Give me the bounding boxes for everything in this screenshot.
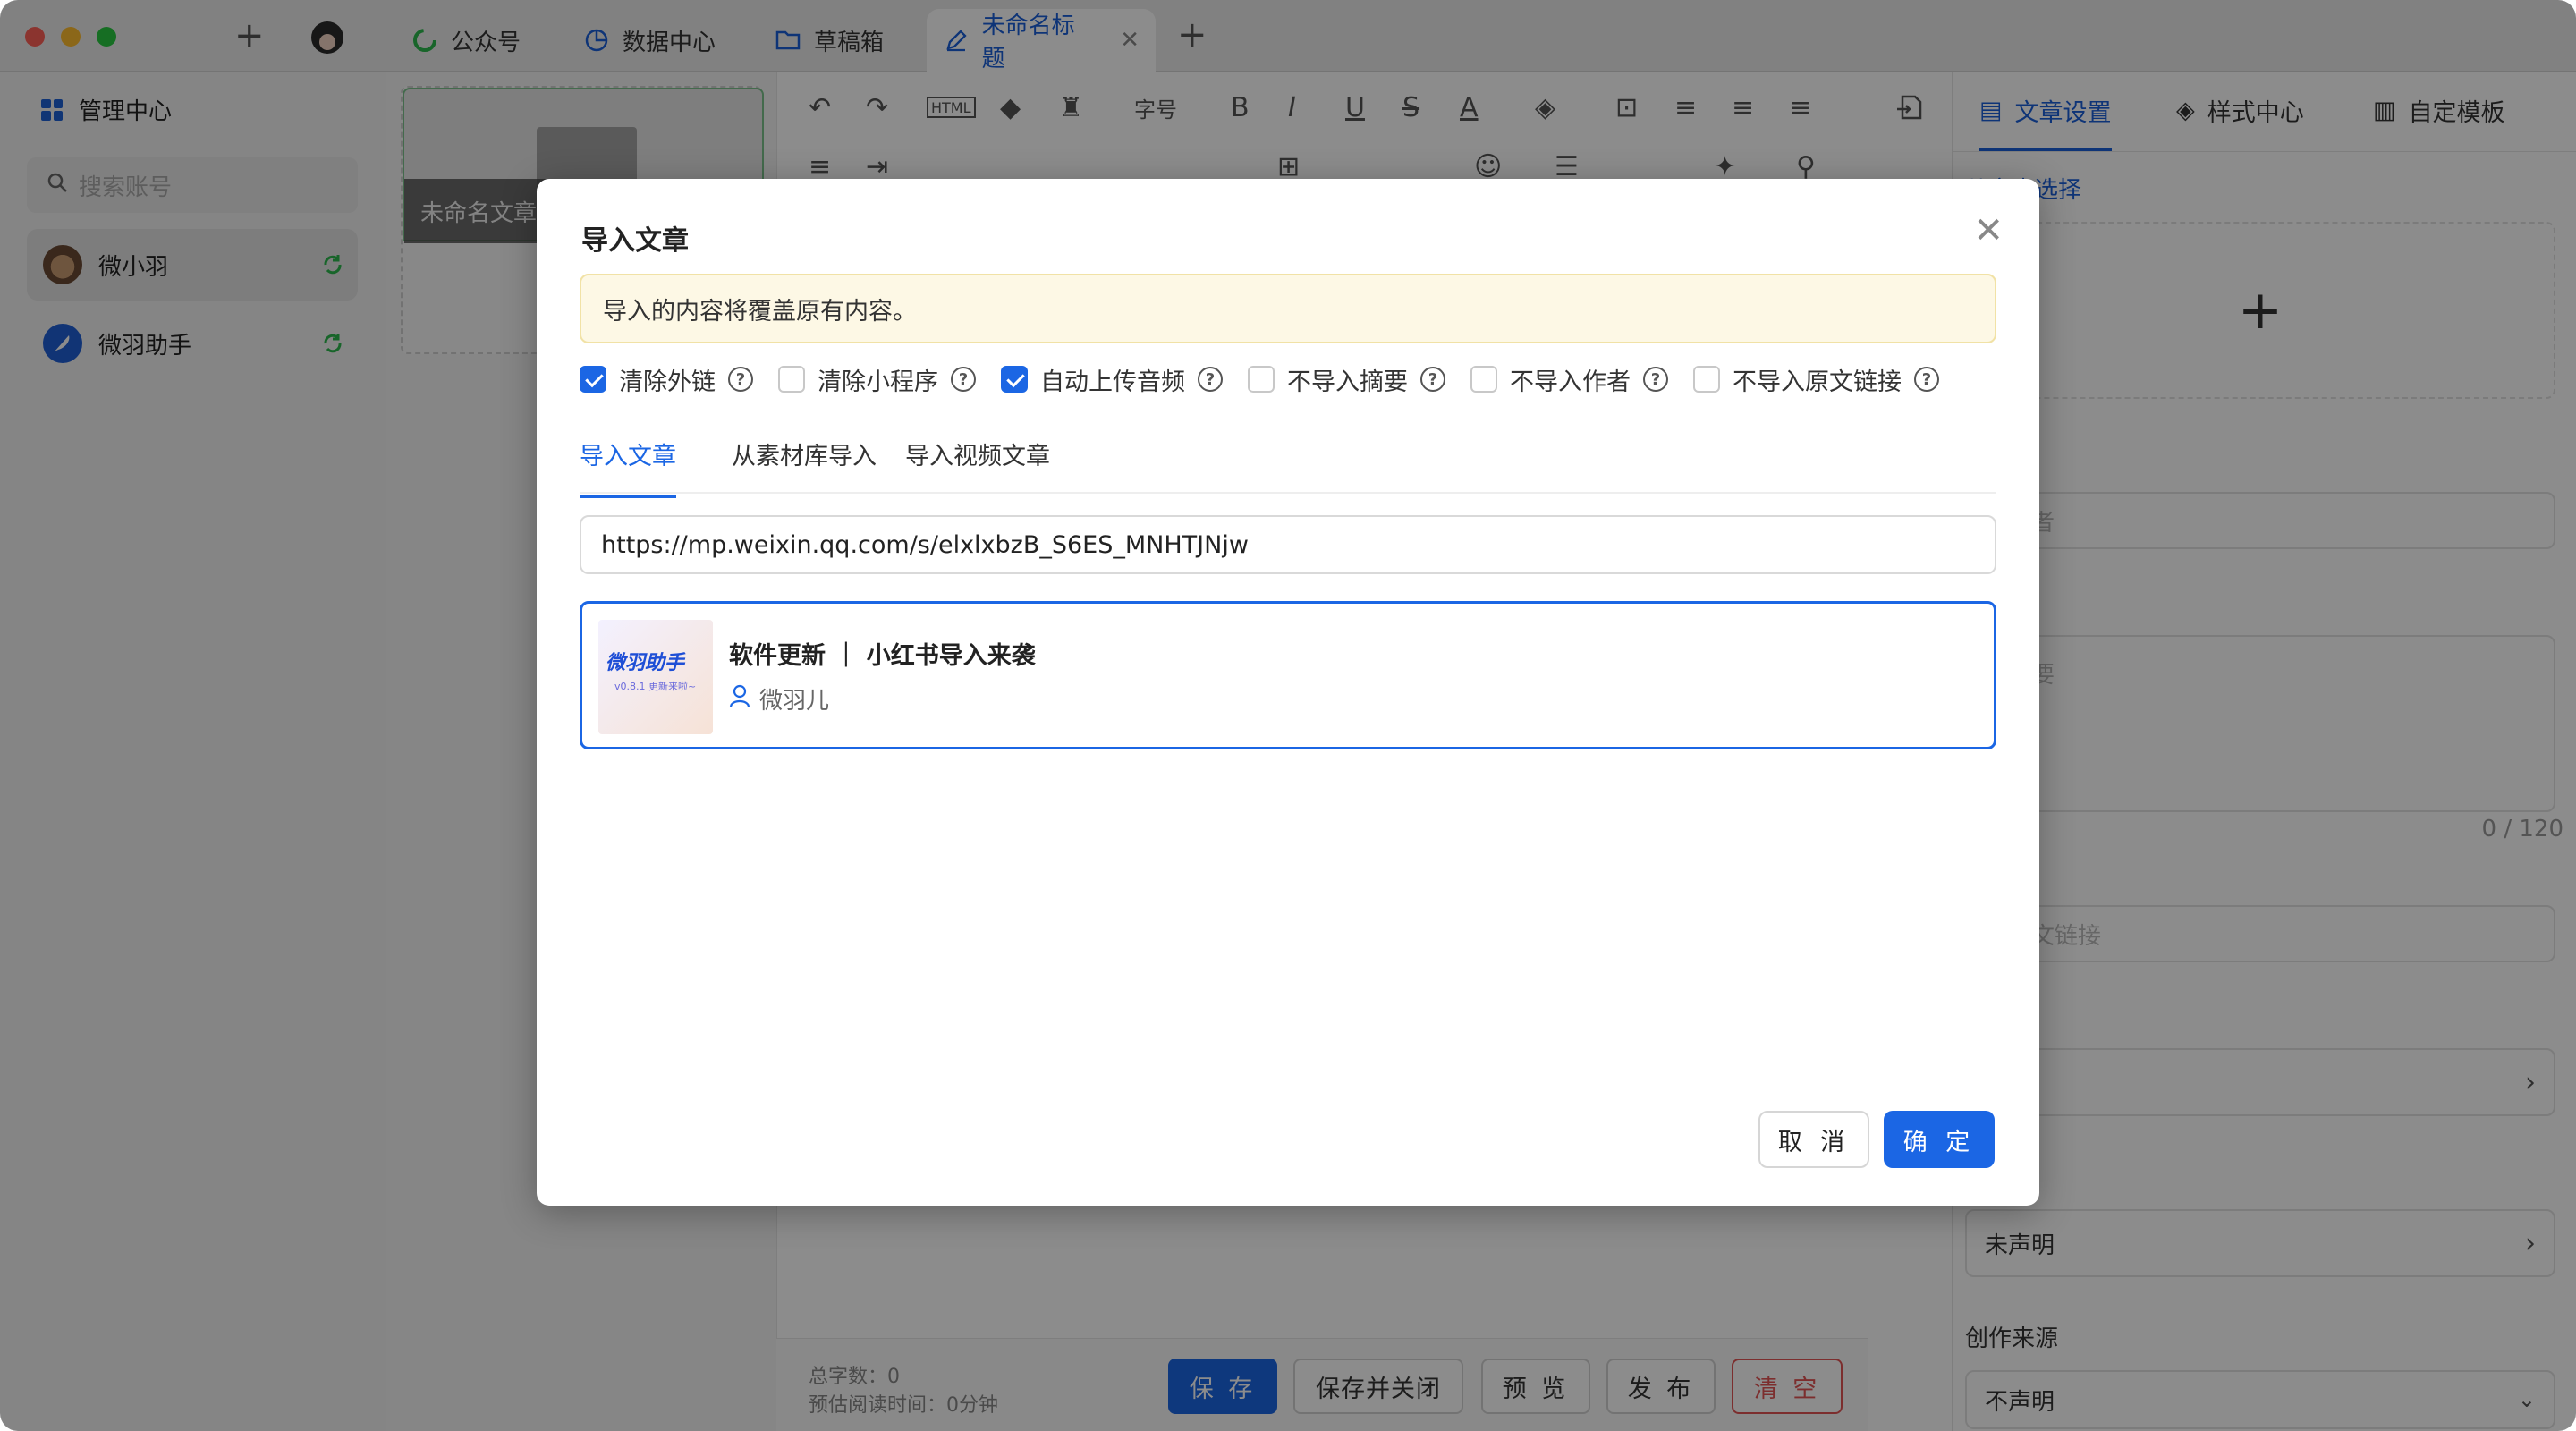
thumbnail-title: 微羽助手 — [606, 652, 685, 674]
dialog-title: 导入文章 — [581, 225, 689, 257]
checkbox[interactable] — [1693, 366, 1720, 393]
cancel-button[interactable]: 取 消 — [1758, 1111, 1869, 1168]
import-article-dialog: 导入文章 ✕ 导入的内容将覆盖原有内容。 清除外链 ? 清除小程序 ? 自动上传… — [537, 179, 2039, 1206]
checkbox[interactable] — [580, 366, 606, 393]
tab-import-article[interactable]: 导入文章 — [580, 436, 676, 498]
checkbox[interactable] — [1001, 366, 1028, 393]
author-name: 微羽儿 — [759, 688, 830, 715]
close-icon[interactable]: ✕ — [1973, 213, 2004, 249]
help-icon[interactable]: ? — [1643, 367, 1668, 392]
import-tabs: 导入文章 从素材库导入 导入视频文章 — [580, 411, 1996, 498]
thumbnail-subtitle: v0.8.1 更新来啦~ — [614, 681, 697, 692]
import-options: 清除外链 ? 清除小程序 ? 自动上传音频 ? 不导入摘要 ? 不导入作者 ? … — [580, 361, 1964, 397]
checkbox[interactable] — [778, 366, 805, 393]
option-auto-upload-audio[interactable]: 自动上传音频 ? — [1001, 362, 1223, 397]
option-clear-mini-programs[interactable]: 清除小程序 ? — [778, 362, 976, 397]
option-clear-external-links[interactable]: 清除外链 ? — [580, 362, 753, 397]
help-icon[interactable]: ? — [728, 367, 753, 392]
tab-import-from-library[interactable]: 从素材库导入 — [732, 436, 877, 471]
option-skip-summary[interactable]: 不导入摘要 ? — [1248, 362, 1445, 397]
option-label: 清除外链 — [619, 368, 716, 396]
option-skip-original-link[interactable]: 不导入原文链接 ? — [1693, 362, 1939, 397]
tab-import-video-article[interactable]: 导入视频文章 — [905, 436, 1050, 471]
option-skip-author[interactable]: 不导入作者 ? — [1470, 362, 1668, 397]
article-preview-card[interactable]: 微羽助手 v0.8.1 更新来啦~ 软件更新 ｜ 小红书导入来袭 微羽儿 — [580, 601, 1996, 749]
option-label: 不导入摘要 — [1287, 368, 1408, 396]
checkbox[interactable] — [1470, 366, 1497, 393]
option-label: 清除小程序 — [818, 368, 938, 396]
article-author: 微羽儿 — [729, 682, 829, 716]
confirm-button[interactable]: 确 定 — [1884, 1111, 1995, 1168]
user-icon — [729, 684, 750, 714]
option-label: 不导入作者 — [1510, 368, 1631, 396]
app-window: + 公众号 数据中心 草稿箱 未命名标题 ✕ + 管理中心 搜索账号 微小羽 微… — [0, 0, 2576, 1431]
article-title: 软件更新 ｜ 小红书导入来袭 — [729, 642, 1036, 670]
help-icon[interactable]: ? — [951, 367, 976, 392]
option-label: 不导入原文链接 — [1733, 368, 1902, 396]
warning-alert: 导入的内容将覆盖原有内容。 — [580, 274, 1996, 343]
option-label: 自动上传音频 — [1040, 368, 1185, 396]
url-input[interactable]: https://mp.weixin.qq.com/s/elxlxbzB_S6ES… — [580, 515, 1996, 574]
checkbox[interactable] — [1248, 366, 1275, 393]
article-thumbnail: 微羽助手 v0.8.1 更新来啦~ — [598, 620, 713, 734]
help-icon[interactable]: ? — [1914, 367, 1939, 392]
help-icon[interactable]: ? — [1198, 367, 1223, 392]
help-icon[interactable]: ? — [1420, 367, 1445, 392]
